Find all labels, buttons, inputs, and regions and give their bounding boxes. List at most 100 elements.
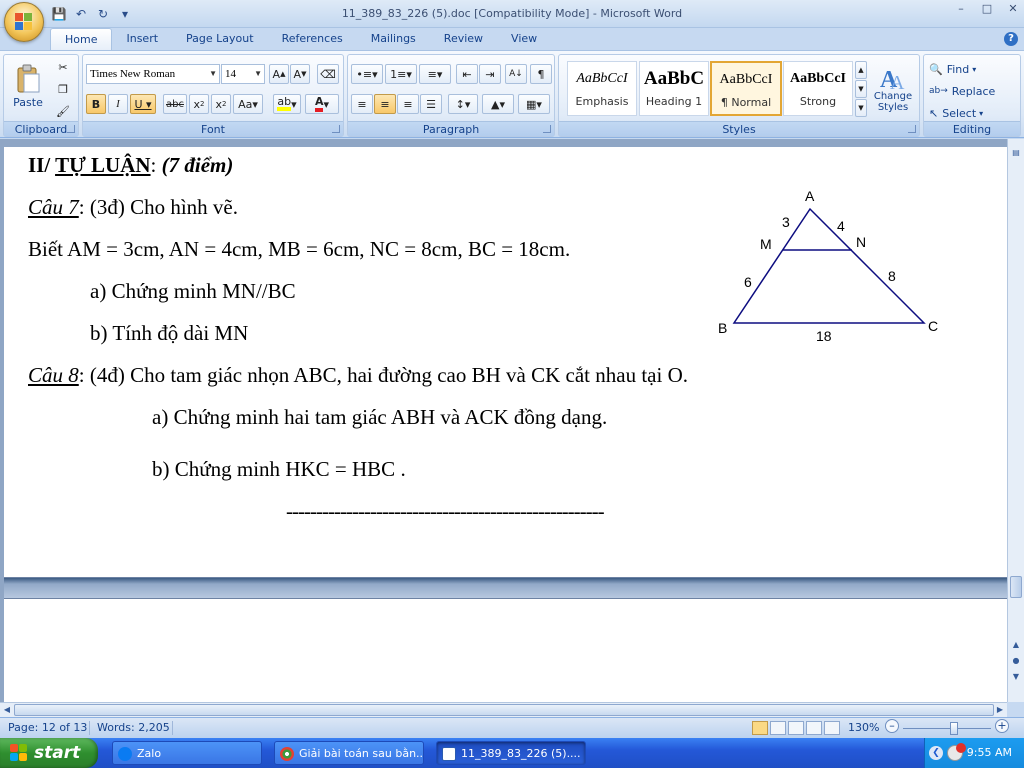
question-8: Câu 8: (4đ) Cho tam giác nhọn ABC, hai đ… (28, 363, 688, 388)
tab-references[interactable]: References (268, 28, 357, 50)
print-layout-view-icon[interactable] (752, 721, 768, 735)
office-logo-icon (15, 13, 33, 31)
highlight-icon[interactable]: ab ▾ (273, 94, 301, 114)
scroll-left-icon[interactable]: ◀ (1, 704, 13, 716)
style-emphasis[interactable]: AaBbCcI Emphasis (567, 61, 637, 116)
tab-view[interactable]: View (497, 28, 551, 50)
label-a: A (805, 188, 815, 204)
tab-insert[interactable]: Insert (112, 28, 172, 50)
length-bc: 18 (816, 328, 832, 344)
horizontal-scroll-thumb[interactable] (14, 704, 994, 716)
word-count[interactable]: Words: 2,205 (97, 721, 170, 734)
numbering-icon[interactable]: 1≡▾ (385, 64, 417, 84)
zoom-out-icon[interactable]: – (885, 719, 899, 733)
superscript-icon[interactable]: x2 (211, 94, 231, 114)
restore-icon[interactable]: □ (980, 2, 994, 16)
office-button[interactable] (4, 2, 44, 42)
title-bar: 💾 ↶ ↻ ▾ 11_389_83_226 (5).doc [Compatibi… (0, 0, 1024, 28)
vertical-scroll-thumb[interactable] (1010, 576, 1022, 598)
styles-more-icon[interactable]: ▼ (855, 99, 867, 117)
shading-icon[interactable]: ▲▾ (482, 94, 514, 114)
zoom-slider-track[interactable] (903, 728, 991, 729)
strikethrough-icon[interactable]: abc (163, 94, 187, 114)
zoom-level[interactable]: 130% (848, 721, 879, 734)
style-heading-1-name: Heading 1 (645, 95, 703, 108)
clear-formatting-icon[interactable]: ⌫ (317, 64, 339, 84)
tab-home[interactable]: Home (50, 28, 113, 50)
style-heading-1[interactable]: AaBbC Heading 1 (639, 61, 709, 116)
increase-indent-icon[interactable]: ⇥ (479, 64, 501, 84)
font-launcher-icon[interactable] (332, 125, 340, 133)
align-center-icon[interactable]: ≡ (374, 94, 396, 114)
format-painter-icon[interactable]: 🖌 (52, 101, 74, 121)
help-icon[interactable]: ? (1004, 32, 1018, 46)
styles-scroll-up-icon[interactable]: ▲ (855, 61, 867, 79)
find-button[interactable]: 🔍 Find ▾ (928, 59, 1016, 79)
scroll-down-icon[interactable]: ▼ (1010, 671, 1022, 683)
grow-font-icon[interactable]: A ▲ (269, 64, 289, 84)
font-size-select[interactable]: 14 ▼ (221, 64, 265, 84)
bold-icon[interactable]: B (86, 94, 106, 114)
styles-launcher-icon[interactable] (908, 125, 916, 133)
select-browse-object-icon[interactable]: ● (1010, 655, 1022, 667)
paste-button[interactable]: Paste (8, 57, 48, 115)
taskbar-item-word[interactable]: 11_389_83_226 (5).... (436, 741, 586, 765)
clipboard-launcher-icon[interactable] (67, 125, 75, 133)
question-8-part-b-math: HKC = HBC (285, 457, 396, 481)
minimize-icon[interactable]: – (954, 2, 968, 16)
bullets-icon[interactable]: •≡▾ (351, 64, 383, 84)
shrink-font-icon[interactable]: A ▼ (290, 64, 310, 84)
multilevel-list-icon[interactable]: ≡▾ (419, 64, 451, 84)
zoom-in-icon[interactable]: + (995, 719, 1009, 733)
line-spacing-icon[interactable]: ↕▾ (448, 94, 478, 114)
length-an: 4 (837, 218, 845, 234)
full-screen-reading-view-icon[interactable] (770, 721, 786, 735)
vertical-scrollbar[interactable]: ▤ ▲ ● ▼ (1007, 139, 1024, 702)
page-count[interactable]: Page: 12 of 13 (8, 721, 87, 734)
italic-icon[interactable]: I (108, 94, 128, 114)
decrease-indent-icon[interactable]: ⇤ (456, 64, 478, 84)
replace-button[interactable]: ab→ Replace (928, 81, 1016, 101)
show-formatting-icon[interactable]: ¶ (530, 64, 552, 84)
change-case-icon[interactable]: Aa▾ (233, 94, 263, 114)
borders-icon[interactable]: ▦▾ (518, 94, 550, 114)
ruler-toggle-icon[interactable]: ▤ (1010, 147, 1022, 159)
web-layout-view-icon[interactable] (788, 721, 804, 735)
next-document-page[interactable] (4, 598, 1007, 702)
draft-view-icon[interactable] (824, 721, 840, 735)
align-right-icon[interactable]: ≡ (397, 94, 419, 114)
taskbar-clock[interactable]: 9:55 AM (967, 746, 1012, 759)
tray-app-icon[interactable] (947, 743, 966, 761)
tab-page-layout[interactable]: Page Layout (172, 28, 268, 50)
question-8-part-a: a) Chứng minh hai tam giác ABH và ACK đồ… (152, 405, 608, 429)
scroll-up-icon[interactable]: ▲ (1010, 639, 1022, 651)
style-normal[interactable]: AaBbCcI ¶ Normal (710, 61, 782, 116)
subscript-icon[interactable]: x2 (189, 94, 209, 114)
underline-icon[interactable]: U ▾ (130, 94, 156, 114)
styles-scroll-down-icon[interactable]: ▼ (855, 80, 867, 98)
outline-view-icon[interactable] (806, 721, 822, 735)
scroll-right-icon[interactable]: ▶ (994, 704, 1006, 716)
font-family-select[interactable]: Times New Roman ▼ (86, 64, 220, 84)
taskbar-item-browser[interactable]: Giải bài toán sau bằn... (274, 741, 424, 765)
start-button[interactable]: start (0, 738, 98, 768)
close-icon[interactable]: ✕ (1006, 2, 1020, 16)
document-page[interactable]: II/ TỰ LUẬN: (7 điểm) Câu 7: (3đ) Cho hì… (4, 147, 1007, 578)
font-color-icon[interactable]: A ▾ (305, 94, 339, 114)
horizontal-scrollbar[interactable]: ◀ ▶ (0, 702, 1007, 717)
copy-icon[interactable]: ❐ (52, 79, 74, 99)
change-styles-button[interactable]: A A Change Styles (869, 57, 917, 119)
paragraph-launcher-icon[interactable] (543, 125, 551, 133)
tab-review[interactable]: Review (430, 28, 497, 50)
align-left-icon[interactable]: ≡ (351, 94, 373, 114)
triangle-figure: A M N B C 3 4 6 8 18 (718, 188, 938, 344)
style-strong[interactable]: AaBbCcI Strong (783, 61, 853, 116)
select-button[interactable]: ↖ Select ▾ (928, 103, 1016, 123)
tab-mailings[interactable]: Mailings (357, 28, 430, 50)
zoom-slider-thumb[interactable] (950, 722, 958, 735)
taskbar-item-zalo[interactable]: Zalo (112, 741, 262, 765)
justify-icon[interactable]: ☰ (420, 94, 442, 114)
tray-expand-icon[interactable]: ❮ (929, 746, 943, 760)
sort-icon[interactable]: A↓ (505, 64, 527, 84)
cut-icon[interactable]: ✂ (52, 57, 74, 77)
